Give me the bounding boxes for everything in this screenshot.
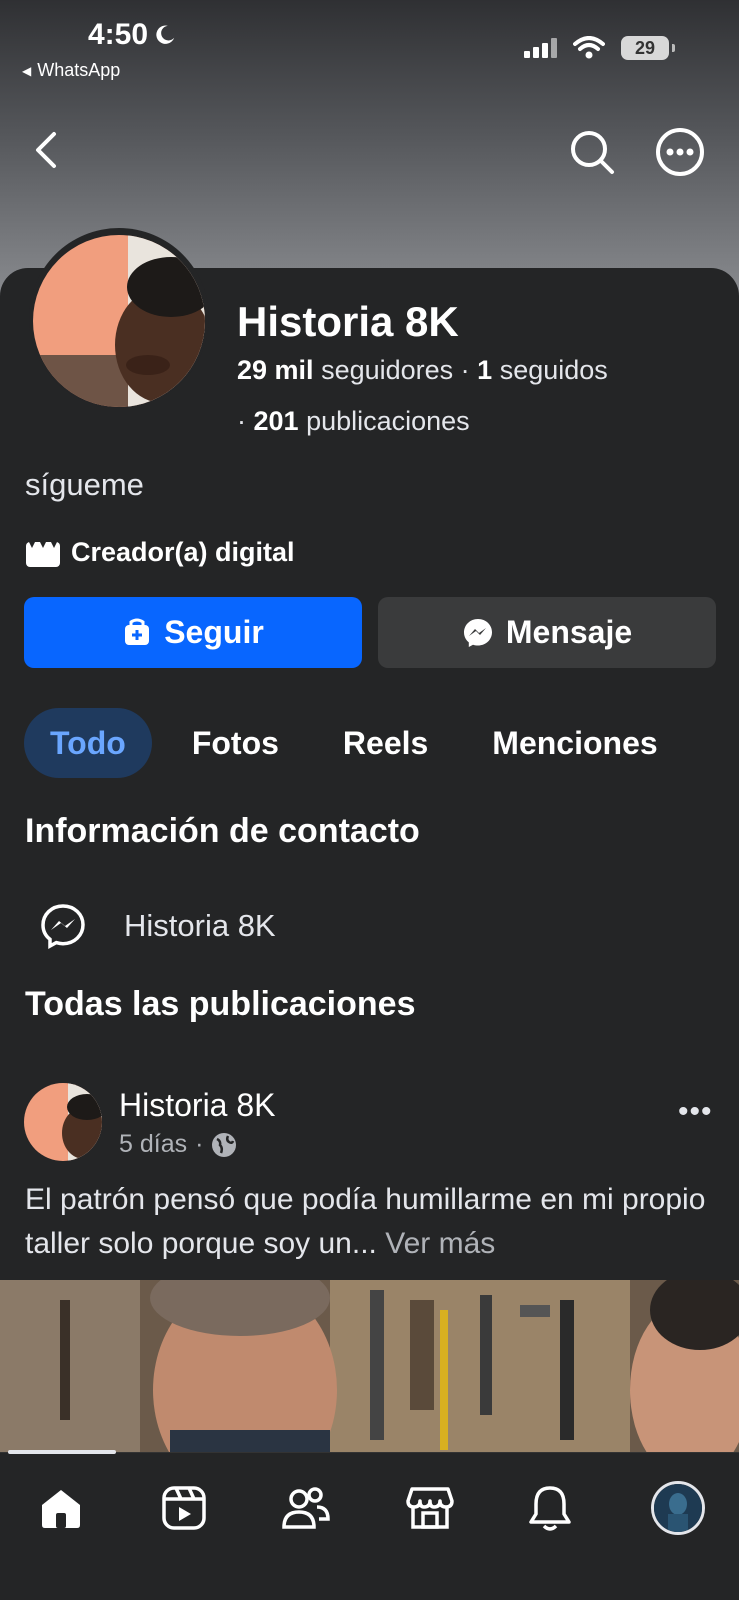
post-image[interactable] [0,1280,739,1452]
nav-reels[interactable] [154,1478,214,1538]
profile-bio: sígueme [25,467,144,502]
back-app-label: WhatsApp [37,60,121,80]
active-tab-indicator [8,1450,116,1454]
profile-page: 4:50 ◀ WhatsApp 29 Historia 8K 29 mil se… [0,0,739,1600]
back-icon[interactable] [28,128,64,172]
profile-avatar-icon [651,1481,705,1535]
posts-count: 201 [253,406,299,436]
category-label: Creador(a) digital [71,537,295,567]
followers-count: 29 mil [237,355,314,385]
post-text: El patrón pensó que podía humillarme en … [25,1178,725,1266]
battery-level: 29 [634,37,656,58]
friends-icon [282,1487,330,1529]
nav-profile[interactable] [648,1478,708,1538]
post-avatar-image [24,1083,102,1161]
follow-button[interactable]: Seguir [24,597,362,668]
meta-separator: · [195,1130,204,1158]
following-count: 1 [477,355,493,385]
signal-icon [524,38,557,58]
home-icon [42,1490,80,1528]
status-time: 4:50 [88,18,176,52]
message-button[interactable]: Mensaje [378,597,716,668]
profile-avatar[interactable] [33,235,205,407]
bell-icon [529,1486,571,1531]
tab-reels[interactable]: Reels [317,708,454,778]
contact-messenger-name: Historia 8K [124,908,276,943]
post-meta: 5 días · [119,1130,237,1159]
see-more-link[interactable]: Ver más [385,1227,495,1260]
battery-icon: 29 [621,36,675,60]
moon-icon [156,25,175,44]
reels-icon [162,1486,206,1530]
stats-separator: · [460,355,478,385]
post-image-content [0,1280,739,1452]
post-author-avatar[interactable] [24,1083,102,1161]
bottom-navigation [0,1452,739,1600]
posts-section-title: Todas las publicaciones [25,985,416,1023]
messenger-icon [463,618,492,647]
avatar-image [33,235,205,407]
nav-notifications[interactable] [520,1478,580,1538]
follow-label: Seguir [164,614,264,650]
post-body: El patrón pensó que podía humillarme en … [25,1183,706,1260]
wifi-icon [573,36,605,59]
more-options-icon[interactable] [655,127,705,177]
profile-name: Historia 8K [237,298,459,345]
following-label: seguidos [499,355,608,385]
profile-category: Creador(a) digital [25,537,295,568]
add-friend-icon [125,618,150,645]
posts-label: publicaciones [306,406,470,436]
status-indicators: 29 [524,36,675,60]
post-more-icon[interactable]: ••• [678,1095,713,1129]
message-label: Mensaje [505,614,633,650]
search-icon[interactable] [568,128,616,176]
status-time-text: 4:50 [88,18,149,51]
posts-stats: · 201 publicaciones [237,406,470,437]
stats-separator: · [237,406,254,436]
contact-section-title: Información de contacto [25,812,420,850]
contact-messenger-row[interactable]: Historia 8K [40,903,276,949]
nav-marketplace[interactable] [400,1478,460,1538]
followers-label: seguidores [321,355,454,385]
followers-stats[interactable]: 29 mil seguidores · 1 seguidos [237,355,608,386]
post-time: 5 días [119,1130,188,1158]
messenger-outline-icon [41,904,85,949]
back-to-app-link[interactable]: ◀ WhatsApp [22,60,120,81]
profile-tabs: Todo Fotos Reels Menciones [24,708,684,778]
tab-todo[interactable]: Todo [24,708,152,778]
back-triangle-icon: ◀ [22,63,32,78]
nav-home[interactable] [31,1478,91,1538]
post-author-name[interactable]: Historia 8K [119,1087,276,1124]
tab-fotos[interactable]: Fotos [166,708,305,778]
tab-menciones[interactable]: Menciones [466,708,683,778]
marketplace-icon [406,1487,454,1529]
nav-friends[interactable] [276,1478,336,1538]
globe-icon [212,1132,237,1157]
clapperboard-icon [26,541,60,567]
